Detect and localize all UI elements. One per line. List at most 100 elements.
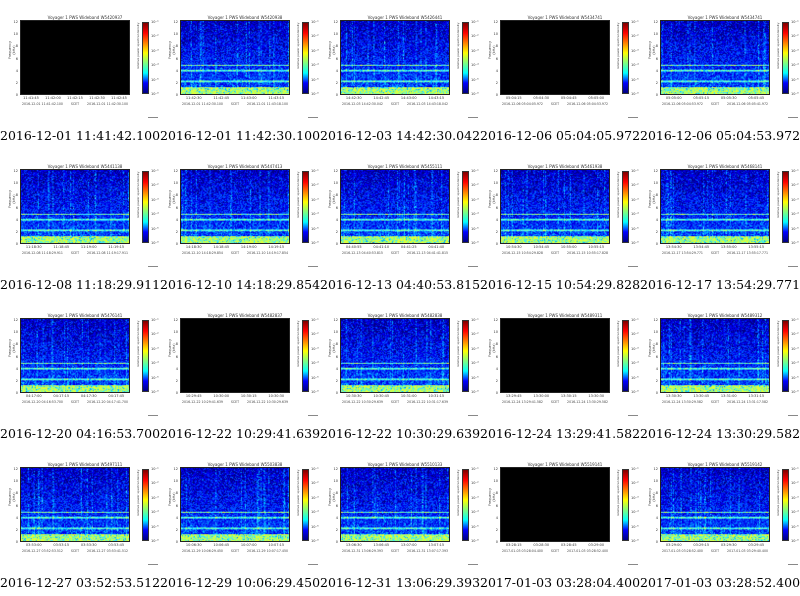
spectrogram-image	[341, 319, 449, 392]
spectrogram-plot	[340, 467, 450, 542]
spectrogram-panel: Voyager 1 PWS Wideband W5519141 Frequency…	[480, 447, 640, 596]
colorbar-ticks: 10⁻¹ 10⁻² 10⁻³ 10⁻⁴ 10⁻⁵ 10⁻⁶	[791, 20, 799, 96]
spectrogram-panel: Voyager 1 PWS Wideband W5482837 Frequency…	[160, 298, 320, 447]
y-tick-label: 4	[655, 217, 658, 222]
colorbar-tick-label: 10⁻⁶	[471, 390, 479, 394]
panel-caption: 2017-01-03 03:28:04.400	[480, 575, 641, 590]
y-tick-label: 12	[493, 318, 498, 322]
scet-range: 2016-12-22 10:30:29.639 SCET 2016-12-22 10…	[340, 400, 450, 405]
colorbar-ticks: 10⁻¹ 10⁻² 10⁻³ 10⁻⁴ 10⁻⁵ 10⁻⁶	[311, 169, 319, 245]
y-tick-label: 4	[175, 366, 178, 371]
colorbar	[142, 469, 149, 541]
colorbar-label: relative power spectral density	[616, 171, 620, 219]
colorbar-tick-label: 10⁻⁶	[631, 92, 639, 96]
y-tick-label: 12	[173, 467, 178, 471]
spectrogram-panel: Voyager 1 PWS Wideband W5441138 Frequency…	[0, 149, 160, 298]
colorbar-tick-label: 10⁻³	[471, 48, 479, 53]
colorbar-tick-label: 10⁻¹	[151, 318, 159, 322]
spectrogram-image	[661, 468, 769, 541]
y-tick-label: 8	[495, 491, 498, 496]
legend-dash	[788, 117, 798, 118]
scet-label: 2017-01-03 03:28:52.400	[567, 549, 608, 553]
y-tick-label: 4	[15, 68, 18, 73]
colorbar-tick-label: 10⁻²	[631, 34, 639, 39]
spectrogram-image	[501, 170, 609, 243]
panel-caption: 2016-12-03 14:42:30.042	[320, 128, 481, 143]
y-ticks: 12 10 8 6 4 2 0	[329, 20, 338, 97]
colorbar	[302, 320, 309, 392]
spectrogram-plot	[180, 318, 290, 393]
legend-dash	[148, 415, 158, 416]
scet-range: 2016-12-06 05:04:05.972 SCET 2016-12-06 05…	[500, 102, 610, 107]
colorbar-tick-label: 10⁻²	[311, 332, 319, 337]
colorbar	[142, 171, 149, 243]
scet-range: 2016-12-10 14:18:29.854 SCET 2016-12-10 14…	[180, 251, 290, 256]
spectrogram-panel: Voyager 1 PWS Wideband W5497111 Frequency…	[0, 447, 160, 596]
colorbar-tick-label: 10⁻²	[471, 34, 479, 39]
scet-label: 2016-12-08 11:18:29.911	[22, 251, 63, 255]
y-tick-label: 8	[495, 193, 498, 198]
legend-dash	[308, 564, 318, 565]
scet-range: 2016-12-08 11:18:29.911 SCET 2016-12-08 11…	[20, 251, 130, 256]
scet-range: 2016-12-27 03:52:53.512 SCET 2016-12-27 03…	[20, 549, 130, 554]
y-tick-label: 8	[495, 342, 498, 347]
scet-label: 2016-12-29 10:06:29.450	[182, 549, 223, 553]
scet-label: 2017-01-03 03:29:40.400	[727, 549, 768, 553]
y-tick-label: 6	[655, 503, 658, 508]
colorbar-label: relative power spectral density	[456, 22, 460, 70]
spectrogram-plot	[660, 318, 770, 393]
colorbar-tick-label: 10⁻⁴	[311, 212, 319, 217]
colorbar-ticks: 10⁻¹ 10⁻² 10⁻³ 10⁻⁴ 10⁻⁵ 10⁻⁶	[791, 169, 799, 245]
colorbar-tick-label: 10⁻⁵	[471, 226, 479, 231]
y-tick-label: 8	[335, 342, 338, 347]
y-tick-label: 12	[653, 318, 658, 322]
colorbar-tick-label: 10⁻³	[311, 197, 319, 202]
y-ticks: 12 10 8 6 4 2 0	[169, 20, 178, 97]
y-tick-label: 0	[335, 391, 338, 396]
scet-label: 2017-01-03 03:28:04.400	[502, 549, 543, 553]
y-tick-label: 4	[175, 68, 178, 73]
colorbar-tick-label: 10⁻⁵	[791, 226, 799, 231]
y-tick-label: 12	[13, 467, 18, 471]
y-tick-label: 12	[493, 169, 498, 173]
colorbar-tick-label: 10⁻²	[631, 183, 639, 188]
legend-dash	[148, 117, 158, 118]
panel-caption: 2016-12-24 13:29:41.582	[480, 426, 641, 441]
colorbar-tick-label: 10⁻⁵	[471, 77, 479, 82]
y-tick-label: 12	[493, 467, 498, 471]
scet-label: 2016-12-24 13:31:17.582	[727, 400, 768, 404]
colorbar-tick-label: 10⁻⁵	[631, 524, 639, 529]
scet-label: 2016-12-20 04:16:53.700	[22, 400, 63, 404]
scet-range: 2016-12-24 13:30:29.582 SCET 2016-12-24 13…	[660, 400, 770, 405]
y-tick-label: 2	[335, 379, 338, 383]
y-tick-label: 2	[175, 230, 178, 234]
y-tick-label: 0	[335, 93, 338, 98]
y-tick-label: 10	[173, 479, 178, 484]
colorbar-tick-label: 10⁻⁵	[151, 524, 159, 529]
colorbar	[142, 320, 149, 392]
y-tick-label: 6	[655, 56, 658, 61]
panel-caption: 2016-12-17 13:54:29.771	[640, 277, 800, 292]
y-ticks: 12 10 8 6 4 2 0	[489, 467, 498, 544]
y-tick-label: 8	[655, 193, 658, 198]
spectrogram-image	[21, 319, 129, 392]
colorbar-tick-label: 10⁻²	[151, 34, 159, 39]
y-tick-label: 0	[15, 540, 18, 545]
colorbar-ticks: 10⁻¹ 10⁻² 10⁻³ 10⁻⁴ 10⁻⁵ 10⁻⁶	[311, 20, 319, 96]
panel-caption: 2016-12-22 10:30:29.639	[320, 426, 481, 441]
y-tick-label: 10	[333, 181, 338, 186]
colorbar-label: relative power spectral density	[296, 469, 300, 517]
colorbar-ticks: 10⁻¹ 10⁻² 10⁻³ 10⁻⁴ 10⁻⁵ 10⁻⁶	[471, 318, 479, 394]
scet-label: 2016-12-10 14:18:29.854	[182, 251, 223, 255]
y-ticks: 12 10 8 6 4 2 0	[169, 318, 178, 395]
y-tick-label: 0	[655, 242, 658, 247]
scet-label: 2016-12-06 05:04:05.972	[502, 102, 543, 106]
scet-label: SCET	[70, 400, 80, 404]
y-tick-label: 12	[13, 169, 18, 173]
scet-label: SCET	[710, 549, 720, 553]
colorbar	[782, 469, 789, 541]
spectrogram-image	[341, 21, 449, 94]
colorbar-tick-label: 10⁻⁴	[631, 63, 639, 68]
colorbar-tick-label: 10⁻⁶	[631, 390, 639, 394]
scet-label: SCET	[230, 102, 240, 106]
